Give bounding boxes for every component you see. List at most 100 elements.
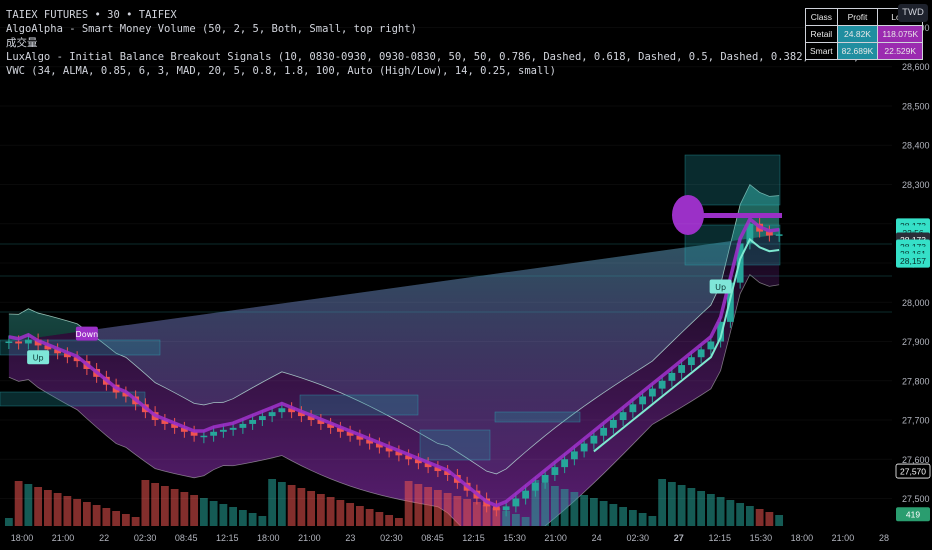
indicator-vwc[interactable]: VWC (34, ALMA, 0.85, 6, 3, MAD, 20, 5, 0… bbox=[6, 64, 896, 78]
volume-bar bbox=[619, 507, 628, 526]
volume-bar bbox=[336, 500, 345, 526]
x-tick-label: 08:45 bbox=[175, 533, 198, 543]
volume-bar bbox=[570, 492, 579, 526]
indicator-volume[interactable]: 成交量 bbox=[6, 36, 896, 50]
candle-body bbox=[668, 372, 676, 381]
candle-body bbox=[551, 467, 559, 475]
volume-bar bbox=[307, 491, 316, 526]
volume-bar bbox=[609, 504, 618, 526]
row-class: Smart bbox=[805, 42, 838, 60]
candle-body bbox=[658, 380, 666, 389]
volume-bar bbox=[775, 515, 784, 526]
volume-bar bbox=[258, 516, 267, 526]
candle-body bbox=[531, 482, 539, 491]
x-tick-label: 22 bbox=[99, 533, 109, 543]
y-tick-label: 28,300 bbox=[902, 180, 930, 190]
y-tick-label: 27,900 bbox=[902, 337, 930, 347]
row-loss: 22.529K bbox=[877, 42, 924, 60]
volume-bar bbox=[141, 480, 150, 526]
volume-bar bbox=[755, 509, 764, 526]
row-loss: 118.075K bbox=[877, 25, 924, 43]
x-tick-label: 15:30 bbox=[503, 533, 526, 543]
candle-body bbox=[570, 451, 578, 460]
candle-body bbox=[522, 490, 530, 499]
volume-bar bbox=[73, 499, 82, 526]
indicator-smart-money-volume[interactable]: AlgoAlpha - Smart Money Volume (50, 2, 5… bbox=[6, 22, 896, 36]
volume-bar bbox=[433, 490, 442, 526]
candle-body bbox=[541, 474, 549, 483]
volume-bar bbox=[765, 512, 774, 526]
volume-bar bbox=[121, 514, 130, 526]
candle-body bbox=[561, 459, 569, 468]
x-tick-label: 21:00 bbox=[298, 533, 321, 543]
volume-bar bbox=[63, 496, 72, 526]
volume-bar bbox=[677, 485, 686, 526]
x-tick-label: 02:30 bbox=[626, 533, 649, 543]
volume-bar bbox=[82, 502, 91, 526]
candle-body bbox=[229, 427, 237, 430]
volume-bar bbox=[580, 495, 589, 526]
candle-body bbox=[648, 388, 656, 397]
candle-body bbox=[580, 443, 588, 452]
price-label: 27,570 bbox=[900, 467, 926, 477]
volume-bar bbox=[726, 500, 735, 526]
candle-body bbox=[258, 416, 266, 421]
x-tick-label: 12:15 bbox=[216, 533, 239, 543]
row-profit: 82.689K bbox=[836, 42, 879, 60]
volume-bar bbox=[160, 486, 169, 526]
symbol-title[interactable]: TAIEX FUTURES • 30 • TAIFEX bbox=[6, 8, 896, 22]
candle-body bbox=[210, 431, 218, 436]
volume-bar bbox=[92, 505, 101, 526]
candle-body bbox=[687, 357, 695, 366]
y-tick-label: 28,400 bbox=[902, 141, 930, 151]
ib-zone bbox=[684, 154, 781, 206]
candle-body bbox=[707, 341, 715, 350]
volume-bar bbox=[716, 497, 725, 526]
price-chart[interactable]: UpUpDown 28,70028,60028,50028,40028,3002… bbox=[0, 0, 932, 550]
candle-body bbox=[239, 423, 247, 428]
x-tick-label: 27 bbox=[674, 533, 684, 543]
row-class: Retail bbox=[805, 25, 838, 43]
volume-bar bbox=[648, 516, 657, 526]
candle-body bbox=[268, 412, 276, 417]
volume-bar bbox=[638, 513, 647, 526]
volume-bar bbox=[697, 491, 706, 526]
indicator-legend: TAIEX FUTURES • 30 • TAIFEX AlgoAlpha - … bbox=[6, 8, 896, 78]
volume-bar bbox=[131, 517, 140, 526]
y-tick-label: 28,500 bbox=[902, 101, 930, 111]
x-tick-label: 02:30 bbox=[134, 533, 157, 543]
volume-bar bbox=[628, 510, 637, 526]
volume-bar bbox=[112, 511, 121, 526]
candle-body bbox=[512, 498, 520, 507]
volume-bar bbox=[43, 490, 52, 526]
x-tick-label: 24 bbox=[592, 533, 602, 543]
indicator-initial-balance[interactable]: LuxAlgo - Initial Balance Breakout Signa… bbox=[6, 50, 896, 64]
table-header-class: Class bbox=[805, 8, 838, 26]
volume-bar bbox=[248, 513, 257, 526]
candle-body bbox=[200, 435, 208, 438]
volume-bar bbox=[472, 502, 481, 526]
volume-bar bbox=[102, 508, 111, 526]
y-tick-label: 28,600 bbox=[902, 62, 930, 72]
y-tick-label: 27,500 bbox=[902, 494, 930, 504]
volume-bar bbox=[346, 503, 355, 526]
x-tick-label: 21:00 bbox=[52, 533, 75, 543]
candle-body bbox=[502, 506, 510, 511]
volume-bar bbox=[238, 510, 247, 526]
volume-bar bbox=[394, 518, 403, 526]
x-tick-label: 08:45 bbox=[421, 533, 444, 543]
volume-bar bbox=[180, 492, 189, 526]
volume-bar bbox=[209, 501, 218, 526]
volume-bar bbox=[589, 498, 598, 526]
x-tick-label: 15:30 bbox=[750, 533, 773, 543]
price-label: 28,157 bbox=[900, 256, 926, 266]
volume-bar bbox=[658, 479, 667, 526]
currency-button[interactable]: TWD bbox=[898, 4, 928, 22]
x-tick-label: 28 bbox=[879, 533, 889, 543]
volume-bar bbox=[599, 501, 608, 526]
ib-zone bbox=[299, 394, 419, 416]
breakout-bar bbox=[700, 213, 782, 218]
volume-bar bbox=[297, 488, 306, 526]
volume-bar bbox=[463, 499, 472, 526]
y-tick-label: 27,600 bbox=[902, 455, 930, 465]
